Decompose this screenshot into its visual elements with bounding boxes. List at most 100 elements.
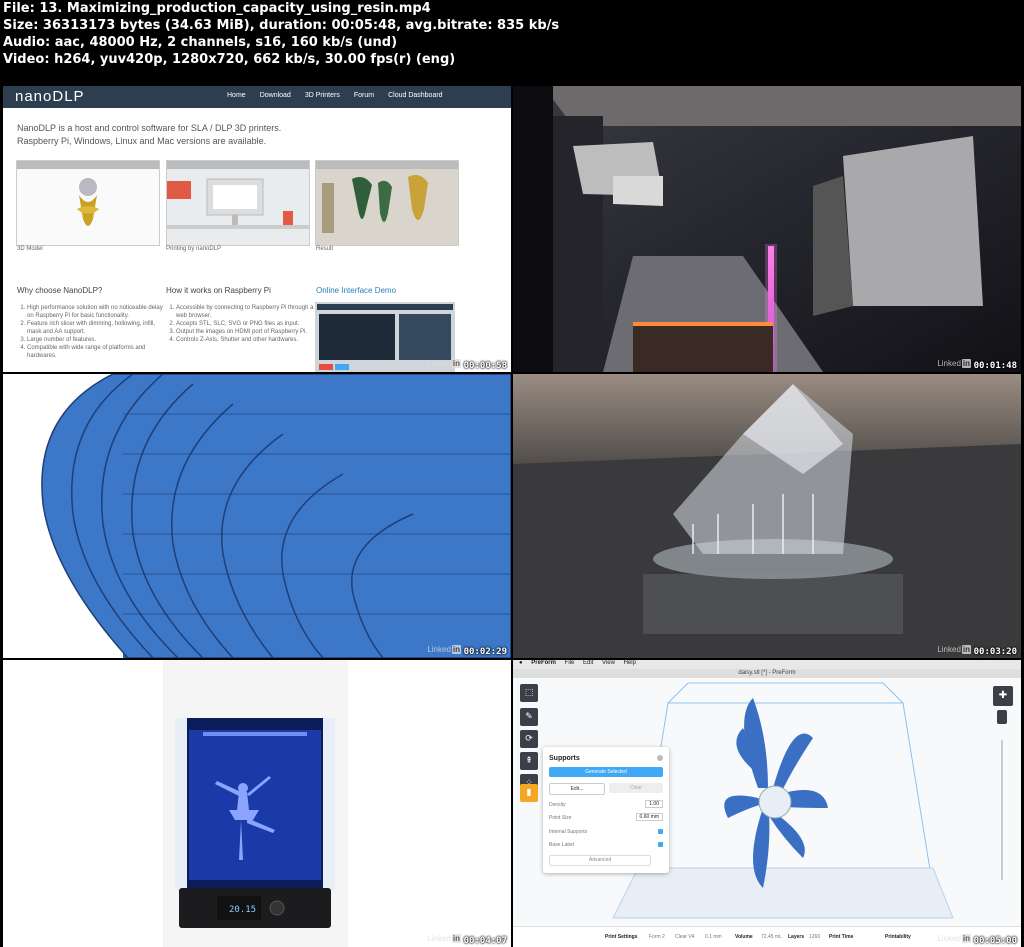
volume-value: 72.45 mL <box>761 934 782 940</box>
card-result <box>315 160 459 246</box>
linkedin-watermark: Linked in <box>937 934 971 943</box>
view-cube-icon[interactable]: ✚ <box>993 686 1013 706</box>
timestamp: 00:04:07 <box>463 936 507 946</box>
heading-how-it-works: How it works on Raspberry Pi <box>166 286 271 295</box>
video-line: Video: h264, yuv420p, 1280x720, 662 kb/s… <box>3 52 456 67</box>
base-label-checkbox[interactable] <box>658 842 663 847</box>
card-3d-model <box>16 160 160 246</box>
desk-monitor-image <box>167 169 309 245</box>
layer-height: 0.1 mm <box>705 934 722 940</box>
nav-forum[interactable]: Forum <box>354 92 374 99</box>
intro-text: NanoDLP is a host and control software f… <box>17 123 282 146</box>
thumbnail-clear-resin-print: Linked in 00:03:20 <box>513 374 1021 658</box>
why-item: Large number of features. <box>27 336 167 344</box>
select-tool-icon[interactable]: ⬚ <box>520 684 538 702</box>
how-item: Controls Z-Axis, Shutter and other hardw… <box>176 336 316 344</box>
timestamp: 00:02:29 <box>463 647 507 657</box>
linkedin-watermark: Linked in <box>427 645 461 654</box>
point-size-label: Point Size <box>549 815 572 821</box>
layers-value: 1260 <box>809 934 821 940</box>
how-item: Accepts STL, SLC, SVG or PNG files as in… <box>176 320 316 328</box>
timestamp: 00:01:48 <box>973 361 1017 371</box>
how-list: Accessible by connecting to Raspberry Pi… <box>166 304 316 344</box>
link-online-demo[interactable]: Online Interface Demo <box>316 286 396 295</box>
supports-title: Supports <box>549 755 580 762</box>
clear-supports-button[interactable]: Clear <box>609 783 663 793</box>
linkedin-watermark: Linked in <box>937 645 971 654</box>
nav-home[interactable]: Home <box>227 92 246 99</box>
point-size-input[interactable]: 0.60 mm <box>635 813 663 821</box>
blue-layer-lines-image <box>3 374 511 658</box>
orient-tool-icon[interactable]: ⟳ <box>520 730 538 748</box>
supports-tool-icon[interactable]: ⇞ <box>520 752 538 770</box>
supports-panel: Supports Generate Selected Edit... Clear… <box>543 747 669 873</box>
audio-line: Audio: aac, 48000 Hz, 2 channels, s16, 1… <box>3 35 398 50</box>
printed-pendants-image <box>316 169 458 245</box>
thumbnail-preform-software: ● PreForm File Edit View Help daisy.stl … <box>513 660 1021 947</box>
how-item: Accessible by connecting to Raspberry Pi… <box>176 304 316 320</box>
caption-result: Result <box>316 246 334 252</box>
nav-3d-printers[interactable]: 3D Printers <box>305 92 340 99</box>
why-item: Compatible with wide range of platforms … <box>27 344 167 360</box>
apple-icon[interactable]: ● <box>519 660 523 666</box>
file-info-header: File: 13. Maximizing_production_capacity… <box>3 0 1021 86</box>
nav-menu: Home Download 3D Printers Forum Cloud Da… <box>227 92 443 99</box>
printer-interior-image <box>513 86 1021 372</box>
timestamp: 00:05:00 <box>973 936 1017 946</box>
size-line: Size: 36313173 bytes (34.63 MiB), durati… <box>3 18 560 33</box>
pendant-model-image <box>17 169 159 245</box>
clear-resin-print-image <box>513 374 1021 658</box>
card-printing <box>166 160 310 246</box>
menu-view[interactable]: View <box>602 660 615 666</box>
resin-type: Clear V4 <box>675 934 695 940</box>
why-list: High performance solution with no notice… <box>17 304 167 360</box>
thumbnail-nanodlp-website: nanoDLP Home Download 3D Printers Forum … <box>3 86 511 372</box>
nav-cloud-dashboard[interactable]: Cloud Dashboard <box>388 92 442 99</box>
how-item: Output the images on HDMI port of Raspbe… <box>176 328 316 336</box>
timestamp: 00:03:20 <box>973 647 1017 657</box>
caption-3d-model: 3D Model <box>17 246 43 252</box>
density-input[interactable]: 1.00 <box>645 800 663 808</box>
why-item: Feature rich slicer with dimming, hollow… <box>27 320 167 336</box>
printer-model: Form 2 <box>649 934 665 940</box>
linkedin-watermark: Linked in <box>937 359 971 368</box>
menu-edit[interactable]: Edit <box>583 660 593 666</box>
generate-selected-button[interactable]: Generate Selected <box>549 767 663 777</box>
linkedin-watermark: Linked in <box>427 359 461 368</box>
heading-why-choose: Why choose NanoDLP? <box>17 286 103 295</box>
resin-printer-image: 20.15 <box>3 660 511 947</box>
advanced-button[interactable]: Advanced <box>549 855 651 866</box>
why-item: High performance solution with no notice… <box>27 304 167 320</box>
print-settings-label: Print Settings <box>605 934 638 940</box>
internal-supports-label: Internal Supports <box>549 829 588 835</box>
info-icon[interactable] <box>657 755 663 761</box>
volume-label: Volume <box>735 934 753 940</box>
zoom-buttons[interactable] <box>997 710 1007 724</box>
base-label-label: Base Label <box>549 842 575 848</box>
nanodlp-logo: nanoDLP <box>15 88 85 105</box>
thumbnail-printer-interior: Linked in 00:01:48 <box>513 86 1021 372</box>
mac-menubar: ● PreForm File Edit View Help <box>513 660 1021 669</box>
printability-label: Printability <box>885 934 911 940</box>
wand-tool-icon[interactable]: ✎ <box>520 708 538 726</box>
nav-download[interactable]: Download <box>260 92 291 99</box>
timestamp: 00:00:58 <box>463 361 507 371</box>
thumbnail-layer-lines: Linked in 00:02:29 <box>3 374 511 658</box>
print-time-label: Print Time <box>829 934 854 940</box>
print-tool-icon[interactable]: ▮ <box>520 784 538 802</box>
menu-help[interactable]: Help <box>624 660 636 666</box>
caption-printing: Printing by nanoDLP <box>166 246 222 252</box>
density-label: Density <box>549 802 566 808</box>
menu-preform[interactable]: PreForm <box>531 660 556 666</box>
thumbnail-printer-ballerina: 20.15 Linked in 00:04:07 <box>3 660 511 947</box>
window-title: daisy.stl [*] - PreForm <box>513 669 1021 678</box>
internal-supports-checkbox[interactable] <box>658 829 663 834</box>
edit-supports-button[interactable]: Edit... <box>549 783 605 795</box>
printer-display: 20.15 <box>229 905 256 915</box>
layer-slider[interactable] <box>1001 740 1003 880</box>
navbar: nanoDLP Home Download 3D Printers Forum … <box>3 86 511 108</box>
menu-file[interactable]: File <box>565 660 575 666</box>
layers-label: Layers <box>788 934 805 940</box>
file-line: File: 13. Maximizing_production_capacity… <box>3 1 431 16</box>
linkedin-watermark: Linked in <box>427 934 461 943</box>
